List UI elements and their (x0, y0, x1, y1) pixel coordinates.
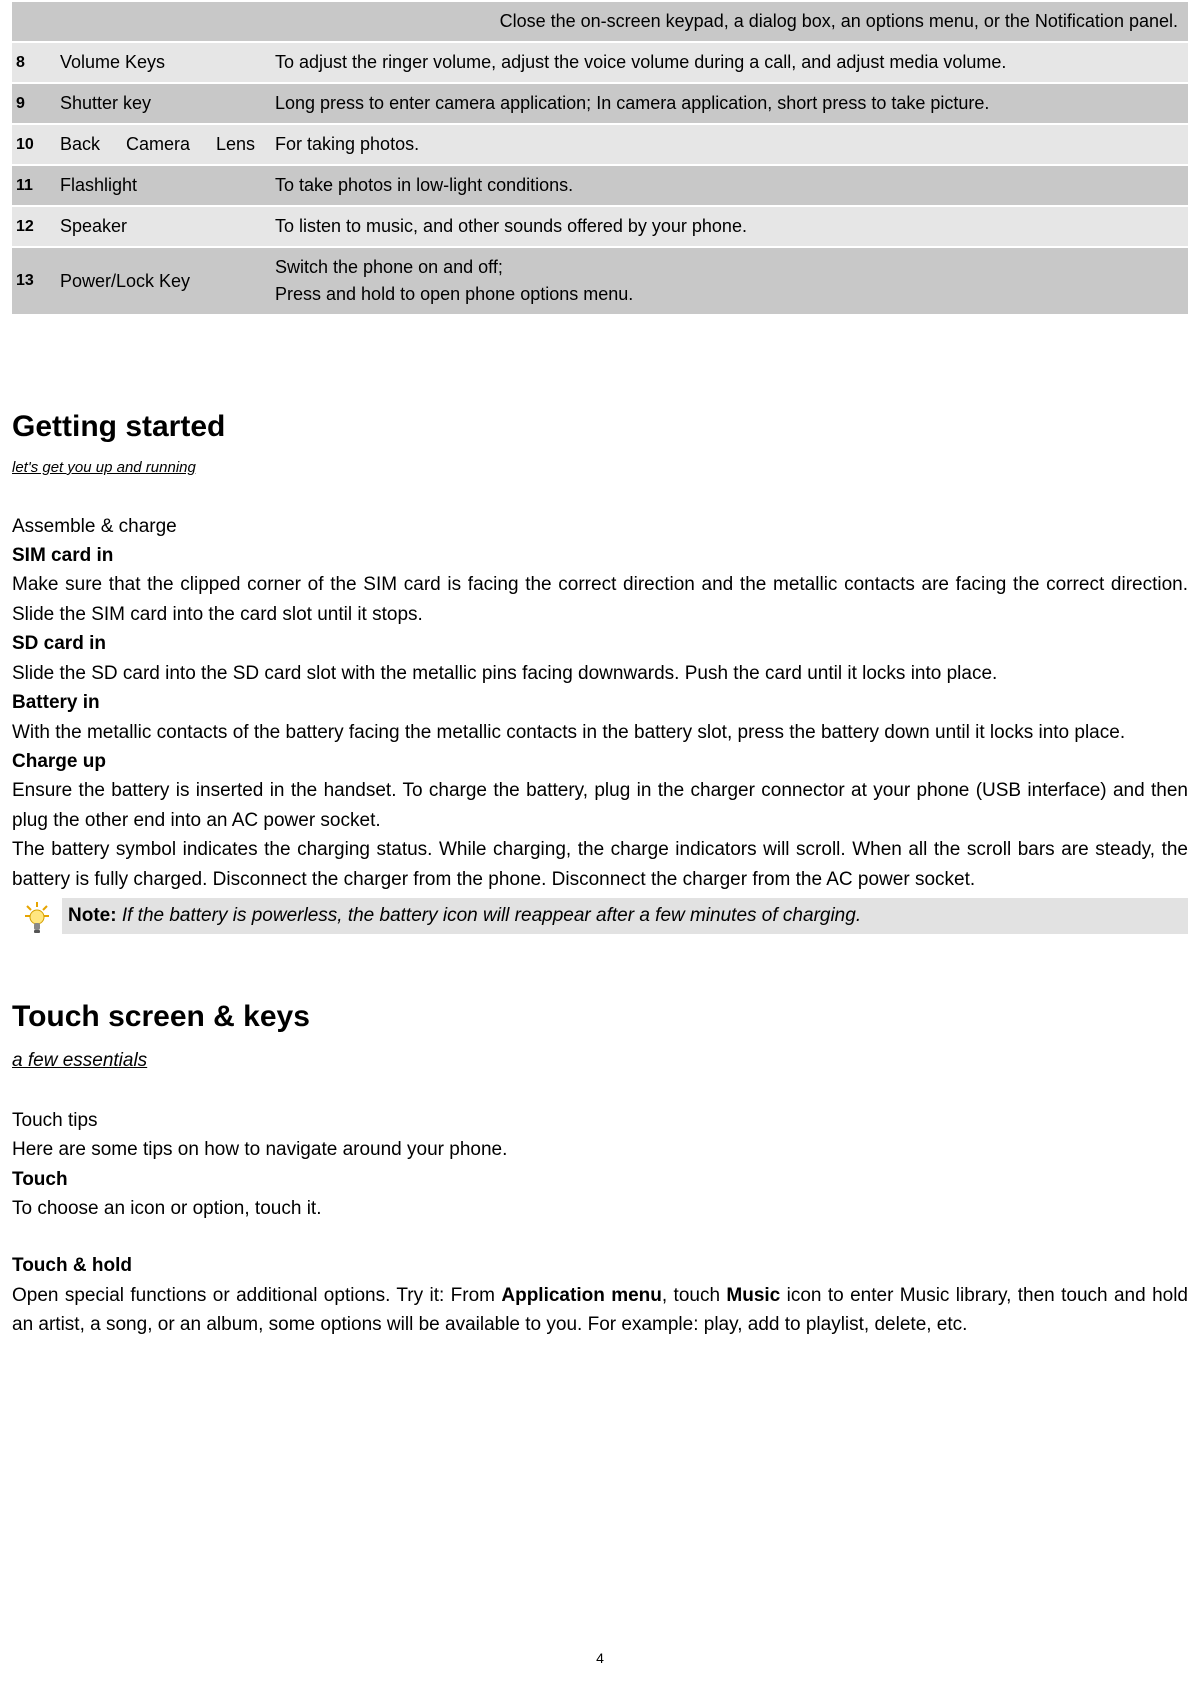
touch-hold-bold2: Music (726, 1285, 780, 1306)
sd-heading: SD card in (12, 629, 1188, 658)
touch-hold-bold1: Application menu (501, 1285, 662, 1306)
keys-table: Close the on-screen keypad, a dialog box… (12, 0, 1188, 314)
table-cell-name: Volume Keys (50, 42, 265, 83)
touch-text: To choose an icon or option, touch it. (12, 1194, 1188, 1223)
table-row: 13Power/Lock KeySwitch the phone on and … (12, 247, 1188, 314)
battery-text: With the metallic contacts of the batter… (12, 718, 1188, 747)
table-row: 10Back Camera LensFor taking photos. (12, 124, 1188, 165)
touch-screen-subtitle: a few essentials (12, 1047, 1188, 1076)
table-cell-num: 11 (12, 165, 50, 206)
assemble-heading: Assemble & charge (12, 512, 1188, 541)
table-cell-name: Back Camera Lens (50, 124, 265, 165)
sim-heading: SIM card in (12, 541, 1188, 570)
sim-text: Make sure that the clipped corner of the… (12, 570, 1188, 629)
touch-hold-text: Open special functions or additional opt… (12, 1281, 1188, 1340)
table-cell-desc: To listen to music, and other sounds off… (265, 206, 1188, 247)
table-cell-name: Power/Lock Key (50, 247, 265, 314)
battery-heading: Battery in (12, 688, 1188, 717)
table-row: 12SpeakerTo listen to music, and other s… (12, 206, 1188, 247)
touch-hold-run2: , touch (662, 1285, 727, 1306)
table-cell-num: 12 (12, 206, 50, 247)
table-cell-desc: Switch the phone on and off;Press and ho… (265, 247, 1188, 314)
table-row: 8Volume KeysTo adjust the ringer volume,… (12, 42, 1188, 83)
table-cell-desc: To adjust the ringer volume, adjust the … (265, 42, 1188, 83)
table-cell-name: Flashlight (50, 165, 265, 206)
table-cell-desc: To take photos in low-light conditions. (265, 165, 1188, 206)
table-row: Close the on-screen keypad, a dialog box… (12, 1, 1188, 42)
table-cell-name: Speaker (50, 206, 265, 247)
getting-started-subtitle: let's get you up and running (12, 457, 1188, 480)
charge-heading: Charge up (12, 747, 1188, 776)
charge-text-2: The battery symbol indicates the chargin… (12, 835, 1188, 894)
table-cell-name: Shutter key (50, 83, 265, 124)
note-row: Note: If the battery is powerless, the b… (12, 898, 1188, 936)
table-cell-num: 8 (12, 42, 50, 83)
touch-heading: Touch (12, 1165, 1188, 1194)
table-row: 11FlashlightTo take photos in low-light … (12, 165, 1188, 206)
touch-hold-run1: Open special functions or additional opt… (12, 1285, 501, 1306)
note-body: If the battery is powerless, the battery… (117, 905, 862, 926)
table-row: 9Shutter keyLong press to enter camera a… (12, 83, 1188, 124)
note-text: Note: If the battery is powerless, the b… (62, 898, 1188, 933)
table-cell-num: 9 (12, 83, 50, 124)
page-number: 4 (0, 1648, 1200, 1669)
table-cell-desc: Close the on-screen keypad, a dialog box… (12, 1, 1188, 42)
table-cell-desc: Long press to enter camera application; … (265, 83, 1188, 124)
touch-tips-heading: Touch tips (12, 1106, 1188, 1135)
table-cell-desc: For taking photos. (265, 124, 1188, 165)
table-cell-num: 13 (12, 247, 50, 314)
touch-tips-text: Here are some tips on how to navigate ar… (12, 1135, 1188, 1164)
touch-hold-heading: Touch & hold (12, 1251, 1188, 1280)
note-label: Note: (68, 905, 117, 926)
charge-text-1: Ensure the battery is inserted in the ha… (12, 776, 1188, 835)
table-cell-num: 10 (12, 124, 50, 165)
getting-started-heading: Getting started (12, 404, 1188, 449)
lightbulb-icon (12, 898, 62, 936)
sd-text: Slide the SD card into the SD card slot … (12, 659, 1188, 688)
touch-screen-heading: Touch screen & keys (12, 994, 1188, 1039)
